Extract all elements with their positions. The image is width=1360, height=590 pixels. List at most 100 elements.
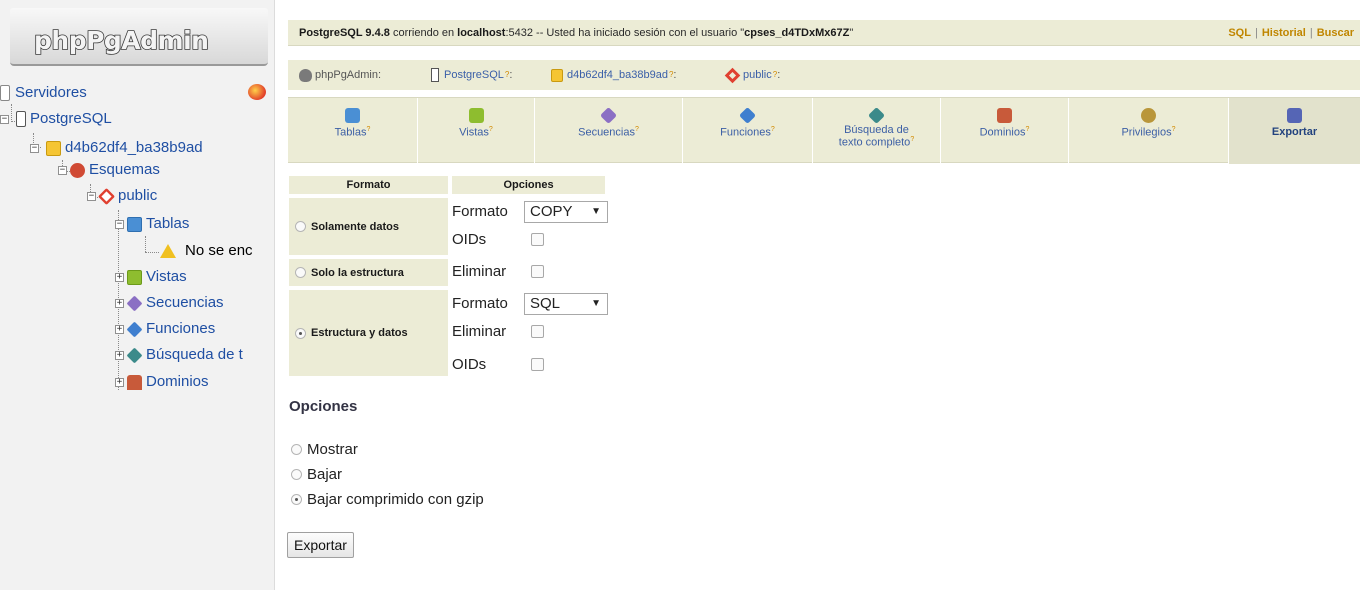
data-oids-checkbox[interactable] [531, 233, 544, 246]
server-icon [16, 111, 26, 127]
tab-fulltext-search[interactable]: Búsqueda de texto completo? [813, 98, 941, 164]
tab-bar: Tablas? Vistas? Secuencias? Funciones? B… [288, 97, 1360, 164]
breadcrumb-app[interactable]: phpPgAdmin: [299, 60, 381, 90]
tree-item-sequences[interactable]: + Secuencias [115, 292, 224, 314]
tree-item-tables[interactable]: − Tablas [115, 213, 189, 235]
option-show[interactable]: Mostrar [289, 438, 358, 460]
collapse-icon[interactable]: − [30, 143, 39, 153]
breadcrumb-schema[interactable]: public?: [724, 60, 780, 90]
logo-text: phpPgAdmin [33, 25, 210, 56]
fulltext-icon [868, 107, 885, 124]
function-icon [126, 321, 143, 337]
tree-item-postgresql[interactable]: − PostgreSQL [0, 108, 112, 130]
options-heading: Opciones [289, 398, 358, 415]
domain-icon [997, 108, 1012, 123]
server-icon [431, 68, 439, 82]
tree-item-fulltext[interactable]: + Búsqueda de t [115, 344, 243, 366]
header-options: Opciones [452, 176, 605, 194]
browser-tree-panel: phpPgAdmin Servidores − PostgreSQL − d4b… [0, 0, 275, 590]
connection-info: PostgreSQL 9.4.8 corriendo en localhost:… [299, 27, 854, 39]
warning-icon [160, 244, 176, 258]
expand-icon[interactable]: + [115, 377, 124, 387]
breadcrumb-database[interactable]: d4b62df4_ba38b9ad?: [551, 60, 676, 90]
collapse-icon[interactable]: − [58, 165, 67, 175]
tree-item-public[interactable]: − public [87, 185, 157, 207]
structure-format-select[interactable]: SQL ▼ [524, 293, 608, 315]
tree-item-no-tables: No se enc [160, 240, 253, 262]
tab-functions[interactable]: Funciones? [683, 98, 813, 164]
breadcrumb: phpPgAdmin: PostgreSQL?: d4b62df4_ba38b9… [288, 60, 1360, 90]
tab-domains[interactable]: Dominios? [941, 98, 1069, 164]
schemas-icon [70, 162, 85, 178]
sequence-icon [600, 107, 617, 124]
expand-icon[interactable]: + [115, 298, 124, 308]
format-label: Formato [452, 203, 508, 220]
function-icon [739, 107, 756, 124]
structure-and-data-radio[interactable] [295, 327, 306, 339]
both-drop-checkbox[interactable] [531, 325, 544, 338]
expand-icon[interactable]: + [115, 272, 124, 282]
row-structure-and-data[interactable]: Estructura y datos [289, 290, 448, 376]
search-link[interactable]: Buscar [1317, 27, 1354, 39]
oids-label: OIDs [452, 231, 487, 248]
tree-item-views[interactable]: + Vistas [115, 266, 187, 288]
data-format-select[interactable]: COPY ▼ [524, 201, 608, 223]
sql-link[interactable]: SQL [1228, 27, 1251, 39]
schema-icon [724, 67, 741, 83]
phppgadmin-logo[interactable]: phpPgAdmin [10, 8, 268, 66]
dropdown-arrow-icon: ▼ [591, 298, 601, 309]
header-format: Formato [289, 176, 448, 194]
schema-icon [98, 187, 115, 205]
collapse-icon[interactable]: − [115, 219, 124, 229]
domain-icon [127, 374, 142, 390]
drop-label: Eliminar [452, 323, 507, 340]
show-radio[interactable] [291, 443, 302, 455]
tree-item-database[interactable]: − d4b62df4_ba38b9ad [30, 137, 203, 159]
tree-item-domains[interactable]: + Dominios [115, 371, 209, 393]
elephant-icon [299, 68, 312, 82]
top-info-bar: PostgreSQL 9.4.8 corriendo en localhost:… [288, 20, 1360, 46]
row-structure-only[interactable]: Solo la estructura [289, 259, 448, 286]
tree-item-functions[interactable]: + Funciones [115, 318, 215, 340]
export-icon [1287, 108, 1302, 123]
dropdown-arrow-icon: ▼ [591, 206, 601, 217]
table-icon [127, 216, 142, 232]
tab-views[interactable]: Vistas? [418, 98, 535, 164]
sequence-icon [126, 295, 143, 311]
download-gzip-radio[interactable] [291, 493, 302, 505]
expand-icon[interactable]: + [115, 350, 124, 360]
fulltext-icon [126, 347, 143, 363]
drop-label: Eliminar [452, 263, 507, 280]
views-icon [468, 108, 484, 123]
tab-tables[interactable]: Tablas? [288, 98, 418, 164]
structure-drop-checkbox[interactable] [531, 265, 544, 278]
database-icon [551, 68, 563, 82]
option-download-gzip[interactable]: Bajar comprimido con gzip [289, 488, 484, 510]
servers-icon [0, 85, 10, 101]
database-icon [46, 140, 61, 156]
option-download[interactable]: Bajar [289, 463, 342, 485]
format-label: Formato [452, 295, 508, 312]
both-oids-checkbox[interactable] [531, 358, 544, 371]
privileges-icon [1141, 108, 1156, 123]
download-radio[interactable] [291, 468, 302, 480]
collapse-icon[interactable]: − [0, 114, 9, 124]
history-link[interactable]: Historial [1262, 27, 1306, 39]
collapse-icon[interactable]: − [87, 191, 96, 201]
tab-export[interactable]: Exportar [1229, 98, 1360, 164]
oids-label: OIDs [452, 356, 487, 373]
export-button[interactable]: Exportar [287, 532, 354, 558]
tree-item-schemas[interactable]: − Esquemas [58, 159, 160, 181]
tree-item-servers[interactable]: Servidores [0, 82, 87, 104]
expand-icon[interactable]: + [115, 324, 124, 334]
row-data-only[interactable]: Solamente datos [289, 198, 448, 255]
structure-only-radio[interactable] [295, 267, 306, 278]
data-only-radio[interactable] [295, 221, 306, 232]
table-icon [345, 108, 360, 123]
tab-sequences[interactable]: Secuencias? [535, 98, 683, 164]
top-links: SQL | Historial | Buscar [1228, 27, 1354, 39]
tab-privileges[interactable]: Privilegios? [1069, 98, 1229, 164]
breadcrumb-server[interactable]: PostgreSQL?: [431, 60, 512, 90]
views-icon [127, 269, 142, 285]
refresh-icon[interactable] [248, 84, 266, 100]
